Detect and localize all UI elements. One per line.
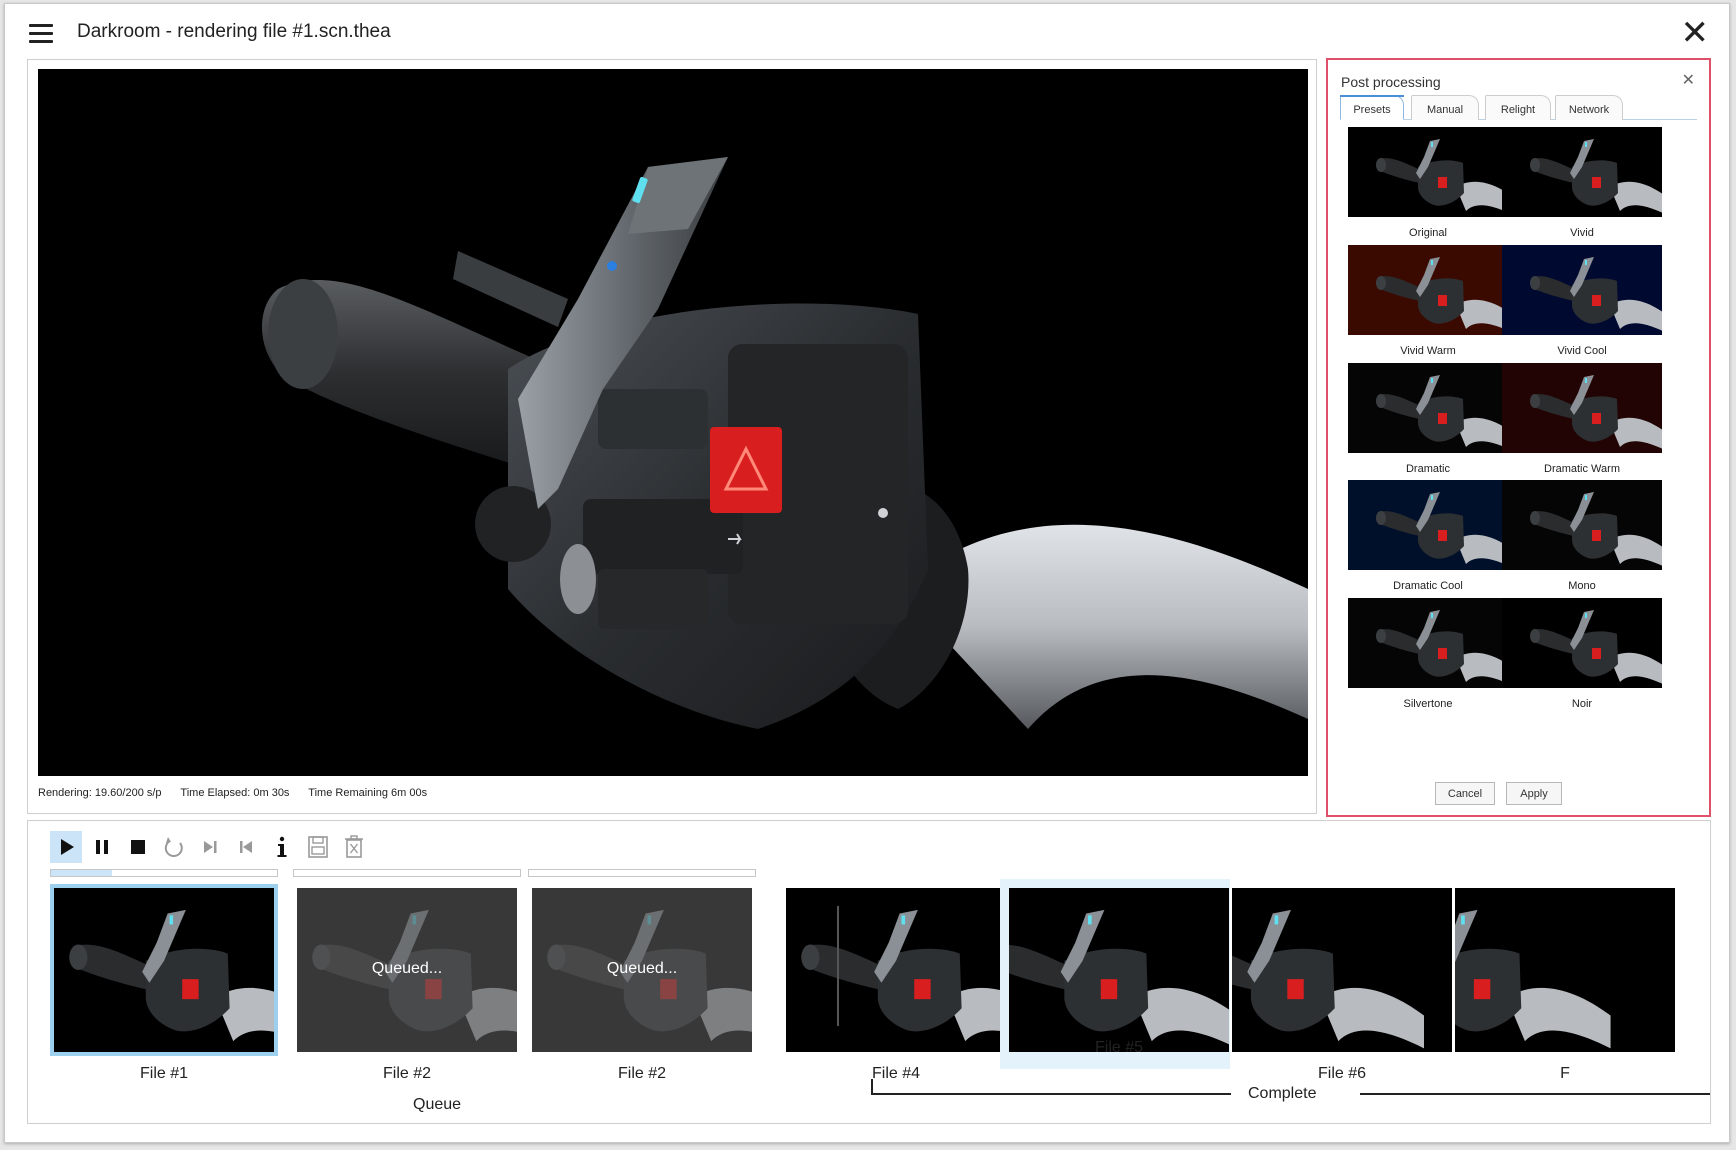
skip-previous-icon[interactable] [230, 831, 262, 863]
preset-dramatic-warm[interactable]: Dramatic Warm [1502, 363, 1662, 488]
tab-relight[interactable]: Relight [1485, 95, 1551, 120]
job-thumbnail: Queued... [297, 888, 517, 1052]
stop-icon[interactable] [122, 831, 154, 863]
preset-thumbnail [1348, 127, 1508, 217]
queue-complete-divider [837, 906, 839, 1026]
current-job-frame [50, 884, 278, 1056]
time-elapsed: Time Elapsed: 0m 30s [180, 787, 290, 799]
preset-label: Dramatic Cool [1393, 580, 1463, 592]
queued-overlay: Queued... [606, 960, 678, 977]
preset-vivid-warm[interactable]: Vivid Warm [1348, 245, 1508, 370]
job-progress-bar [528, 869, 756, 877]
play-icon[interactable] [50, 831, 82, 863]
preset-original[interactable]: Original [1348, 127, 1508, 252]
restart-icon[interactable] [158, 831, 190, 863]
close-window-button[interactable]: ✕ [1681, 16, 1710, 50]
preset-vivid[interactable]: Vivid [1502, 127, 1662, 252]
job-label: File #1 [139, 1065, 189, 1082]
preset-thumbnail [1348, 598, 1508, 688]
job-label: File #2 [382, 1065, 432, 1082]
preset-label: Dramatic Warm [1544, 463, 1620, 475]
hamburger-menu-icon[interactable] [29, 24, 53, 46]
job-progress-bar [50, 869, 278, 877]
delete-icon[interactable] [338, 831, 370, 863]
post-processing-panel: Post processing ✕ Presets Manual Relight… [1326, 58, 1711, 817]
skip-next-icon[interactable] [194, 831, 226, 863]
job-label: File #4 [871, 1065, 921, 1082]
queue-group-label: Queue [413, 1096, 462, 1113]
preset-thumbnail [1502, 363, 1662, 453]
info-icon[interactable] [266, 831, 298, 863]
preset-thumbnail [1502, 598, 1662, 688]
tab-presets[interactable]: Presets [1340, 95, 1404, 120]
rendering-rate: Rendering: 19.60/200 s/p [38, 787, 162, 799]
preset-label: Original [1409, 227, 1447, 239]
preset-mono[interactable]: Mono [1502, 480, 1662, 605]
render-image[interactable] [38, 69, 1308, 776]
complete-bracket-line [871, 1093, 1231, 1095]
preset-label: Vivid Cool [1557, 345, 1607, 357]
save-icon[interactable] [302, 831, 334, 863]
time-remaining: Time Remaining 6m 00s [308, 787, 428, 799]
job-thumbnail [1232, 888, 1452, 1052]
preset-thumbnail [1348, 363, 1508, 453]
job-label: File #6 [1317, 1065, 1367, 1082]
post-processing-title: Post processing [1341, 74, 1441, 90]
post-processing-close-icon[interactable]: ✕ [1682, 70, 1695, 90]
job-thumbnail [1455, 888, 1675, 1052]
preset-label: Dramatic [1405, 463, 1450, 475]
apply-button[interactable]: Apply [1506, 782, 1562, 805]
complete-bracket-line [1360, 1093, 1710, 1095]
preset-dramatic-cool[interactable]: Dramatic Cool [1348, 480, 1508, 605]
job-label: File #5 [1094, 1039, 1144, 1056]
complete-bracket-left [871, 1079, 873, 1093]
job-progress-bar [293, 869, 521, 877]
queued-overlay: Queued... [371, 960, 443, 977]
preset-thumbnail [1502, 480, 1662, 570]
preset-label: Vivid Warm [1400, 345, 1456, 357]
preset-thumbnail [1348, 245, 1508, 335]
complete-group-label: Complete [1248, 1085, 1317, 1102]
job-label: File #2 [617, 1065, 667, 1082]
preset-thumbnail [1502, 127, 1662, 217]
preset-label: Vivid [1570, 227, 1594, 239]
job-label: F [1560, 1065, 1570, 1082]
preset-label: Mono [1568, 580, 1596, 592]
preset-silvertone[interactable]: Silvertone [1348, 598, 1508, 723]
preset-label: Noir [1571, 698, 1593, 710]
pause-icon[interactable] [86, 831, 118, 863]
preset-vivid-cool[interactable]: Vivid Cool [1502, 245, 1662, 370]
post-processing-tabs: Presets Manual Relight Network [1340, 95, 1697, 120]
preset-noir[interactable]: Noir [1502, 598, 1662, 723]
window-title: Darkroom - rendering file #1.scn.thea [77, 21, 391, 42]
render-queue-panel: File #1 Queued... File #2 Queued... File #2 F… [27, 820, 1711, 1124]
job-thumbnail [1009, 888, 1229, 1052]
job-thumbnail: Queued... [532, 888, 752, 1052]
cancel-button[interactable]: Cancel [1435, 782, 1495, 805]
preset-dramatic[interactable]: Dramatic [1348, 363, 1508, 488]
render-status-bar: Rendering: 19.60/200 s/p Time Elapsed: 0… [38, 787, 443, 799]
tab-network[interactable]: Network [1555, 95, 1623, 120]
preset-label: Silvertone [1403, 698, 1453, 710]
job-thumbnail [786, 888, 1006, 1052]
tab-manual[interactable]: Manual [1411, 95, 1479, 120]
preset-thumbnail [1348, 480, 1508, 570]
render-viewport: Rendering: 19.60/200 s/p Time Elapsed: 0… [27, 59, 1317, 814]
preset-thumbnail [1502, 245, 1662, 335]
darkroom-window: Darkroom - rendering file #1.scn.thea ✕ [4, 3, 1730, 1143]
